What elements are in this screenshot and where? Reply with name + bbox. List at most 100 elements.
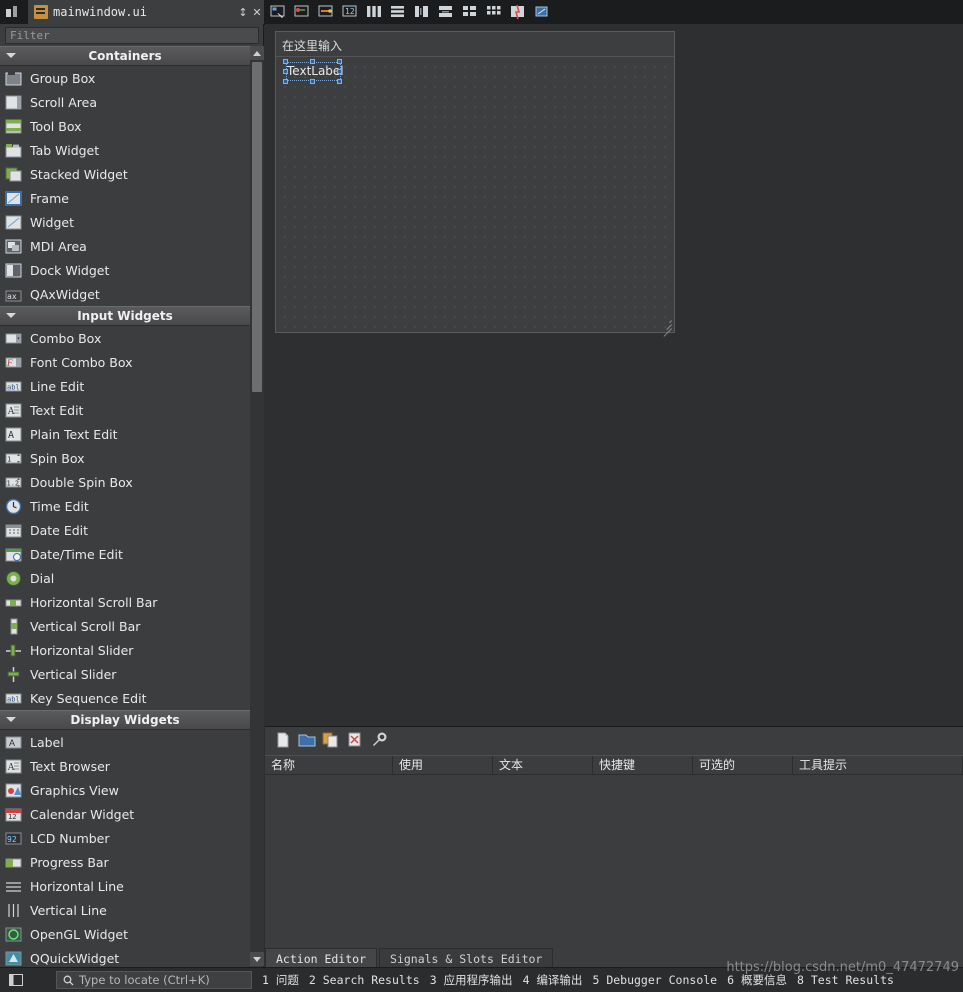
edit-buddies-icon[interactable]: [315, 1, 337, 23]
widget-item-spin-box[interactable]: 1 Spin Box: [0, 446, 250, 470]
widget-item-key-sequence-edit[interactable]: abl Key Sequence Edit: [0, 686, 250, 710]
action-table-body[interactable]: [265, 775, 963, 940]
sidebar-toggle-icon[interactable]: [6, 971, 26, 989]
widget-item-label: Progress Bar: [30, 854, 109, 870]
widget-item-double-spin-box[interactable]: 1.2 Double Spin Box: [0, 470, 250, 494]
widget-group-header[interactable]: Input Widgets: [0, 306, 250, 326]
resize-handle-bottom-right[interactable]: [337, 79, 342, 84]
widget-item-text-edit[interactable]: A Text Edit: [0, 398, 250, 422]
action-column-header[interactable]: 使用: [393, 756, 493, 775]
action-column-header[interactable]: 工具提示: [793, 756, 963, 775]
output-pane-button[interactable]: 1 问题: [262, 972, 299, 988]
layout-grid-icon[interactable]: [483, 1, 505, 23]
adjust-size-icon[interactable]: [531, 1, 553, 23]
widget-item-vertical-line[interactable]: Vertical Line: [0, 898, 250, 922]
edit-signals-slots-icon[interactable]: [291, 1, 313, 23]
widget-item-horizontal-slider[interactable]: Horizontal Slider: [0, 638, 250, 662]
scroll-down-button[interactable]: [250, 952, 264, 966]
widget-item-progress-bar[interactable]: Progress Bar: [0, 850, 250, 874]
output-pane-button[interactable]: 8 Test Results: [797, 973, 894, 987]
widget-item-calendar-widget[interactable]: 12 Calendar Widget: [0, 802, 250, 826]
widget-item-dock-widget[interactable]: Dock Widget: [0, 258, 250, 282]
widget-item-date-time-edit[interactable]: Date/Time Edit: [0, 542, 250, 566]
widget-item-line-edit[interactable]: abl Line Edit: [0, 374, 250, 398]
widget-item-tab-widget[interactable]: Tab Widget: [0, 138, 250, 162]
widget-item-scroll-area[interactable]: Scroll Area: [0, 90, 250, 114]
widget-item-plain-text-edit[interactable]: A Plain Text Edit: [0, 422, 250, 446]
resize-handle-bottom-left[interactable]: [283, 79, 288, 84]
edit-tab-order-icon[interactable]: 12: [339, 1, 361, 23]
widget-item-dial[interactable]: Dial: [0, 566, 250, 590]
form-menubar[interactable]: 在这里输入: [276, 32, 674, 57]
label-widget[interactable]: TextLabel: [286, 62, 344, 81]
tab-close-button[interactable]: ✕: [250, 1, 264, 23]
action-column-header[interactable]: 可选的: [693, 756, 793, 775]
layout-splitter-horizontal-icon[interactable]: [411, 1, 433, 23]
form-central-widget[interactable]: TextLabel: [276, 58, 674, 337]
layout-splitter-vertical-icon[interactable]: [435, 1, 457, 23]
widget-item-time-edit[interactable]: Time Edit: [0, 494, 250, 518]
resize-handle-bottom[interactable]: [310, 79, 315, 84]
edit-widgets-icon[interactable]: [267, 1, 289, 23]
document-tab[interactable]: mainwindow.ui ↕ ✕: [28, 0, 265, 24]
widget-item-qaxwidget[interactable]: ax QAxWidget: [0, 282, 250, 306]
widget-item-frame[interactable]: Frame: [0, 186, 250, 210]
edit-action-icon[interactable]: [295, 729, 319, 751]
widget-item-horizontal-line[interactable]: Horizontal Line: [0, 874, 250, 898]
break-layout-icon[interactable]: [507, 1, 529, 23]
widget-item-text-browser[interactable]: A Text Browser: [0, 754, 250, 778]
widget-item-group-box[interactable]: Group Box: [0, 66, 250, 90]
resize-handle-top-left[interactable]: [283, 59, 288, 64]
widget-item-combo-box[interactable]: Combo Box: [0, 326, 250, 350]
resize-handle-top[interactable]: [310, 59, 315, 64]
svg-text:1.2: 1.2: [7, 479, 20, 487]
bottom-tab-action-editor[interactable]: Action Editor: [265, 948, 378, 968]
output-pane-button[interactable]: 2 Search Results: [309, 973, 420, 987]
layout-vertically-icon[interactable]: [387, 1, 409, 23]
action-editor-toolbar: [265, 727, 963, 753]
output-pane-button[interactable]: 3 应用程序输出: [430, 972, 513, 988]
widget-item-mdi-area[interactable]: MDI Area: [0, 234, 250, 258]
delete-action-icon[interactable]: [343, 729, 367, 751]
scrollbar-thumb[interactable]: [252, 62, 262, 392]
layout-form-icon[interactable]: [459, 1, 481, 23]
widget-item-widget[interactable]: Widget: [0, 210, 250, 234]
configure-action-icon[interactable]: [367, 729, 391, 751]
layout-horizontally-icon[interactable]: [363, 1, 385, 23]
widget-box-scrollbar[interactable]: [250, 46, 264, 966]
widget-item-vertical-slider[interactable]: Vertical Slider: [0, 662, 250, 686]
widget-item-font-combo-box[interactable]: F Font Combo Box: [0, 350, 250, 374]
output-pane-button[interactable]: 6 概要信息: [727, 972, 787, 988]
locator-input[interactable]: Type to locate (Ctrl+K): [56, 971, 252, 989]
widget-group-header[interactable]: Display Widgets: [0, 710, 250, 730]
widget-item-opengl-widget[interactable]: OpenGL Widget: [0, 922, 250, 946]
tab-dropdown-button[interactable]: ↕: [236, 1, 250, 23]
form-canvas[interactable]: 在这里输入 TextLabel: [265, 24, 963, 726]
new-action-icon[interactable]: [271, 729, 295, 751]
widget-item-graphics-view[interactable]: Graphics View: [0, 778, 250, 802]
action-column-header[interactable]: 快捷键: [593, 756, 693, 775]
widget-item-horizontal-scroll-bar[interactable]: Horizontal Scroll Bar: [0, 590, 250, 614]
form-size-grip[interactable]: [660, 318, 672, 337]
widget-item-date-edit[interactable]: Date Edit: [0, 518, 250, 542]
resize-handle-top-right[interactable]: [337, 59, 342, 64]
form-window[interactable]: 在这里输入 TextLabel: [275, 31, 675, 337]
resize-handle-left[interactable]: [283, 69, 288, 74]
widget-item-qquickwidget[interactable]: QQuickWidget: [0, 946, 250, 966]
output-pane-button[interactable]: 5 Debugger Console: [592, 973, 717, 987]
action-column-header[interactable]: 文本: [493, 756, 593, 775]
action-column-header[interactable]: 名称: [265, 756, 393, 775]
bottom-tab-signals-slots-editor[interactable]: Signals & Slots Editor: [379, 948, 554, 968]
widget-item-lcd-number[interactable]: 92 LCD Number: [0, 826, 250, 850]
widget-item-stacked-widget[interactable]: Stacked Widget: [0, 162, 250, 186]
widget-group-header[interactable]: Containers: [0, 46, 250, 66]
widget-filter-input[interactable]: Filter: [5, 27, 259, 44]
widget-item-tool-box[interactable]: Tool Box: [0, 114, 250, 138]
resize-handle-right[interactable]: [337, 69, 342, 74]
copy-action-icon[interactable]: [319, 729, 343, 751]
widget-item-vertical-scroll-bar[interactable]: Vertical Scroll Bar: [0, 614, 250, 638]
widget-box-list[interactable]: Containers Group Box Scroll Area Tool Box Ta…: [0, 46, 250, 966]
output-pane-button[interactable]: 4 编译输出: [523, 972, 583, 988]
widget-item-label[interactable]: A Label: [0, 730, 250, 754]
scroll-up-button[interactable]: [250, 46, 264, 60]
